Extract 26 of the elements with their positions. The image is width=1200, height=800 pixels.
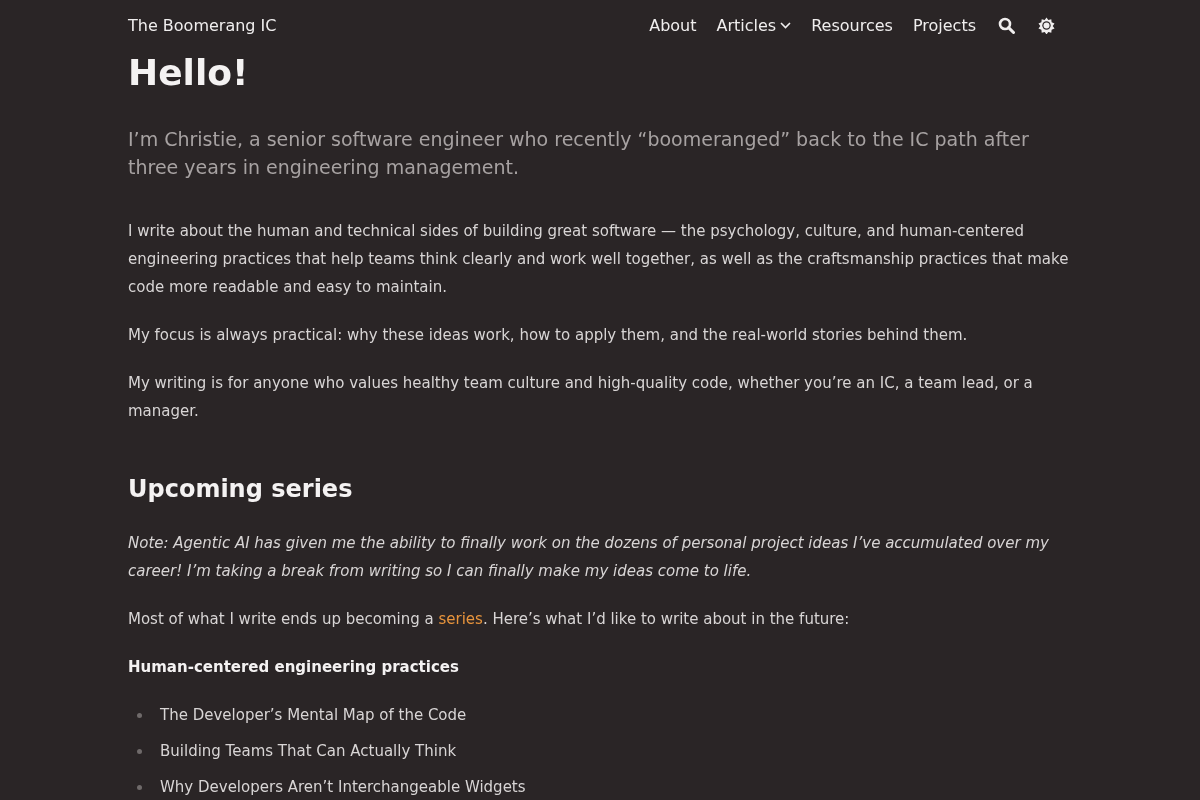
body-paragraph: I write about the human and technical sides of building great software — the psychology, culture, and human-centered engineering practices that help teams think clearly and work well together, as well as the craftsmanship practices that make code more readable and easy to maintain. — [128, 221, 1070, 298]
bullet-icon — [137, 748, 142, 754]
nav-link[interactable]: About — [649, 13, 697, 38]
list-item: The Developer’s Mental Map of the Code — [160, 705, 467, 726]
section-heading: Upcoming series — [128, 474, 354, 505]
body-paragraph: My writing is for anyone who values healthy team culture and high-quality code, whether you’re an IC, a team lead, or a manager. — [128, 373, 1034, 422]
nav-dropdown[interactable]: Articles — [716, 13, 792, 38]
body-paragraph: My focus is always practical: why these ideas work, how to apply them, and the real-world stories behind them. — [128, 325, 969, 346]
list-item: Building Teams That Can Actually Think — [160, 741, 457, 762]
search-button[interactable] — [996, 15, 1016, 36]
nav-link[interactable]: Projects — [912, 13, 976, 38]
search-icon — [997, 17, 1015, 34]
list-item: Why Developers Aren’t Interchangeable Widgets — [160, 777, 526, 798]
chevron-down-icon — [780, 22, 792, 29]
nav-link[interactable]: Resources — [811, 13, 893, 38]
bullet-icon — [137, 784, 142, 790]
subsection-heading: Human-centered engineering practices — [128, 657, 460, 678]
body-paragraph: Most of what I write ends up becoming a series. Here’s what I’d like to write about in the future: — [128, 609, 851, 630]
theme-toggle-button[interactable] — [1036, 15, 1056, 36]
intro-lead: I’m Christie, a senior software engineer who recently “boomeranged” back to the IC path after three years in engineering management. — [128, 127, 1030, 180]
series-link[interactable]: series — [438, 610, 483, 628]
site-title[interactable]: The Boomerang IC — [128, 13, 277, 38]
bullet-icon — [137, 712, 142, 718]
page-title: Hello! — [128, 51, 250, 95]
note-paragraph: Note: Agentic AI has given me the ability to finally work on the dozens of personal project ideas I’ve accumulated over my career! I’m taking a break from writing so I can finally make my ideas come to life. — [128, 533, 1050, 582]
sun-icon — [1037, 17, 1055, 34]
